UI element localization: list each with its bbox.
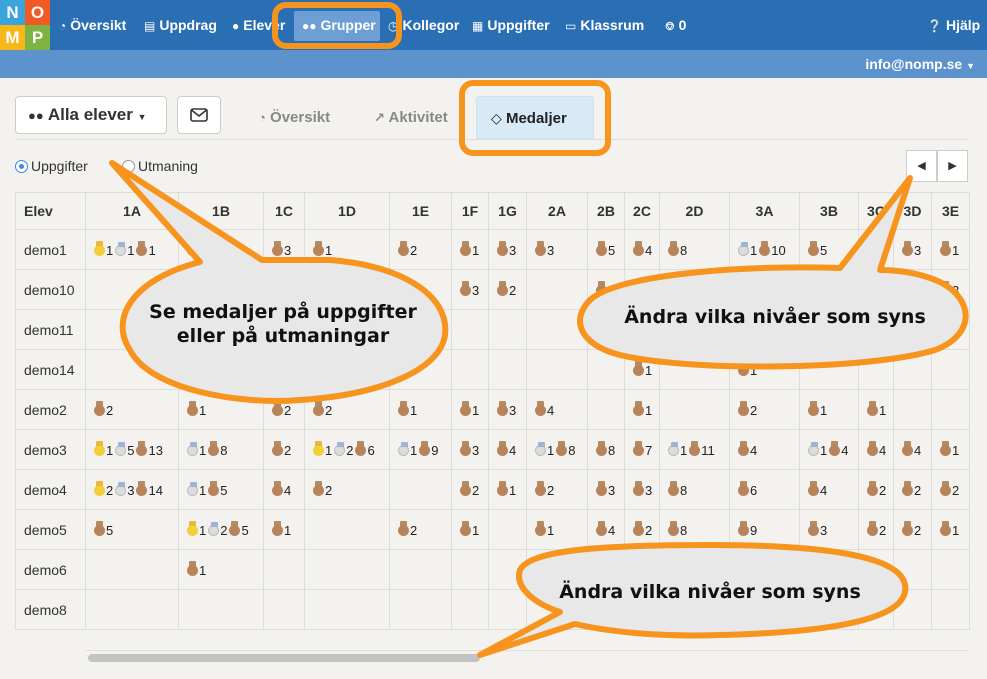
- callout-text-2: Ändra vilka nivåer som syns: [624, 306, 926, 328]
- callout-text-3: Ändra vilka nivåer som syns: [559, 581, 861, 603]
- callout-bubble-2: [577, 175, 969, 370]
- callout-bubble-1: [109, 160, 449, 404]
- callout-text-1: Se medaljer på uppgifter eller på utmani…: [149, 301, 417, 347]
